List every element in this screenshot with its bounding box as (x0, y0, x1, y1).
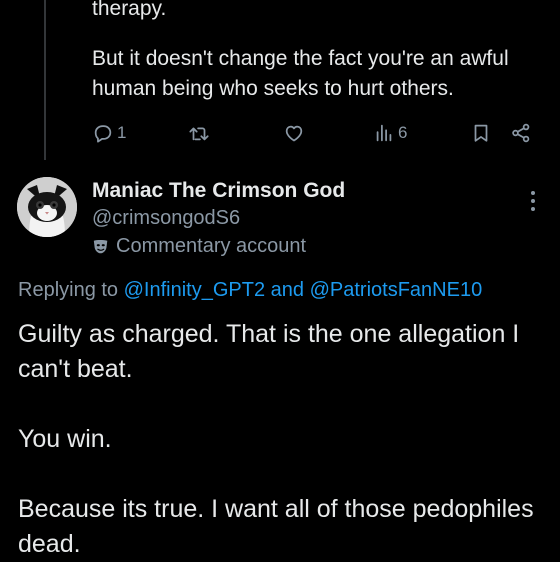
parent-tweet-text: therapy. But it doesn't change the fact … (92, 0, 552, 104)
replying-to-prefix: Replying to (18, 279, 119, 301)
bookmark-button[interactable] (470, 122, 492, 144)
replying-to-line: Replying to @Infinity_GPT2 and @Patriots… (18, 279, 482, 302)
account-label[interactable]: Commentary account (92, 235, 306, 258)
masks-icon (93, 239, 108, 253)
tweet-body: Guilty as charged. That is the one alleg… (18, 317, 548, 562)
retweet-button[interactable] (188, 122, 213, 144)
author-name[interactable]: Maniac The Crimson God (92, 179, 345, 203)
mention-link[interactable]: @PatriotsFanNE10 (310, 279, 483, 301)
thread-connector-line (44, 0, 46, 160)
tweet-paragraph: Because its true. I want all of those pe… (18, 495, 534, 558)
views-count: 6 (398, 123, 408, 142)
account-label-text: Commentary account (116, 235, 307, 257)
parent-tweet-line: But it doesn't change the fact you're an… (92, 47, 509, 100)
share-icon (512, 123, 530, 143)
views-icon (376, 124, 392, 142)
views-button[interactable]: 6 (373, 122, 407, 144)
avatar-cat-image (17, 177, 77, 237)
share-button[interactable] (510, 122, 532, 144)
retweet-icon (189, 127, 209, 141)
reply-count: 1 (117, 123, 127, 142)
parent-tweet-line: therapy. (92, 0, 167, 20)
tweet-paragraph: Guilty as charged. That is the one alleg… (18, 320, 520, 383)
mention-link[interactable]: @Infinity_GPT2 (124, 279, 265, 301)
avatar[interactable] (17, 177, 77, 237)
tweet-paragraph: You win. (18, 425, 112, 453)
like-icon (285, 125, 303, 142)
bookmark-icon (474, 124, 488, 142)
like-button[interactable] (283, 122, 308, 144)
reply-button[interactable]: 1 (92, 122, 126, 144)
reply-icon (94, 125, 112, 143)
more-options-icon[interactable] (526, 188, 540, 214)
replying-conjunction: and (270, 279, 305, 301)
parent-tweet-action-bar: 1 6 (92, 118, 542, 148)
author-handle[interactable]: @crimsongodS6 (92, 207, 240, 230)
